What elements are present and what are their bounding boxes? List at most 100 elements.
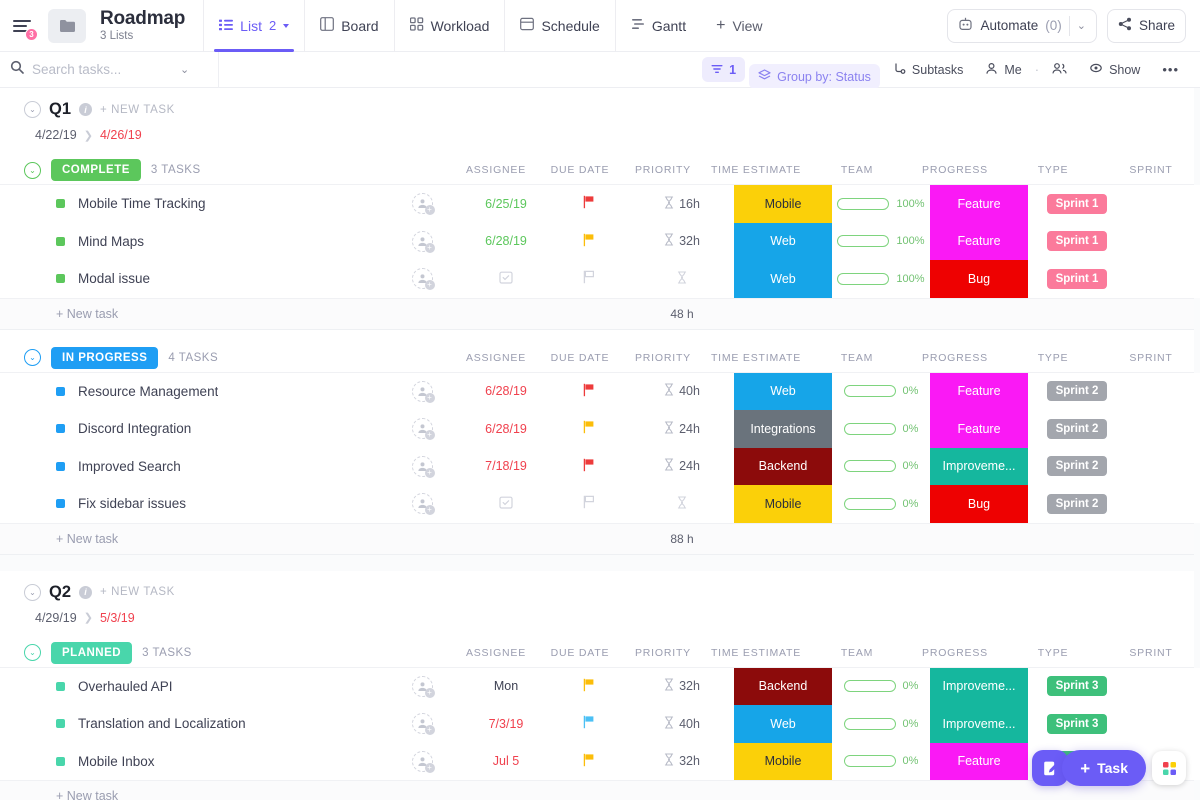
time-estimate-cell[interactable]: 24h bbox=[630, 448, 734, 486]
group-collapse-toggle[interactable]: ⌄ bbox=[24, 162, 41, 179]
assignee-cell[interactable]: + bbox=[380, 260, 464, 298]
task-name-cell[interactable]: Mobile Inbox bbox=[0, 743, 380, 781]
avatar[interactable]: + bbox=[412, 456, 433, 477]
more-options-button[interactable]: ••• bbox=[1153, 57, 1188, 82]
add-assignee-icon[interactable]: + bbox=[425, 393, 435, 403]
progress-cell[interactable]: 0% bbox=[832, 448, 930, 486]
avatar[interactable]: + bbox=[412, 268, 433, 289]
priority-cell[interactable] bbox=[548, 410, 630, 448]
table-row[interactable]: Mind Maps+6/28/1932hWeb100%FeatureSprint… bbox=[0, 223, 1200, 261]
due-date-icon[interactable] bbox=[499, 495, 513, 512]
time-estimate-cell[interactable]: 32h bbox=[630, 223, 734, 261]
time-estimate-value[interactable]: 32h bbox=[679, 754, 700, 768]
time-estimate-cell[interactable]: 40h bbox=[630, 705, 734, 743]
sprint-badge[interactable]: Sprint 1 bbox=[1047, 231, 1108, 251]
avatar[interactable]: + bbox=[412, 493, 433, 514]
add-assignee-icon[interactable]: + bbox=[425, 243, 435, 253]
column-header-type[interactable]: TYPE bbox=[1004, 352, 1102, 364]
task-name-cell[interactable]: Mobile Time Tracking bbox=[0, 185, 380, 223]
assignee-cell[interactable]: + bbox=[380, 448, 464, 486]
tab-add-view[interactable]: + View bbox=[701, 0, 777, 52]
task-name-cell[interactable]: Resource Management bbox=[0, 373, 380, 411]
due-date-cell[interactable] bbox=[464, 260, 548, 298]
due-date-value[interactable]: 7/18/19 bbox=[485, 459, 527, 473]
column-header-assignee[interactable]: ASSIGNEE bbox=[454, 164, 538, 176]
assignee-cell[interactable]: + bbox=[380, 185, 464, 223]
progress-cell[interactable]: 0% bbox=[832, 705, 930, 743]
time-estimate-cell[interactable]: 32h bbox=[630, 668, 734, 706]
sprint-cell[interactable]: Sprint 2 bbox=[1028, 485, 1126, 523]
column-header-progress[interactable]: PROGRESS bbox=[906, 352, 1004, 364]
due-date-cell[interactable]: Jul 5 bbox=[464, 743, 548, 781]
priority-cell[interactable] bbox=[548, 373, 630, 411]
table-row[interactable]: Translation and Localization+7/3/1940hWe… bbox=[0, 705, 1200, 743]
assignee-cell[interactable]: + bbox=[380, 485, 464, 523]
priority-flag-icon[interactable] bbox=[583, 753, 595, 770]
team-cell[interactable]: Mobile bbox=[734, 743, 832, 781]
table-row[interactable]: Fix sidebar issues+Mobile0%BugSprint 2 bbox=[0, 485, 1200, 523]
due-date-icon[interactable] bbox=[499, 270, 513, 287]
due-date-value[interactable]: Mon bbox=[494, 679, 518, 693]
task-name[interactable]: Overhauled API bbox=[78, 679, 173, 694]
group-by-button[interactable]: Group by: Status bbox=[749, 64, 880, 89]
progress-cell[interactable]: 100% bbox=[832, 260, 930, 298]
assignee-cell[interactable]: + bbox=[380, 410, 464, 448]
task-name[interactable]: Modal issue bbox=[78, 271, 150, 286]
time-estimate-value[interactable]: 24h bbox=[679, 459, 700, 473]
priority-flag-icon[interactable] bbox=[583, 678, 595, 695]
due-date-cell[interactable]: 6/25/19 bbox=[464, 185, 548, 223]
assignee-cell[interactable]: + bbox=[380, 668, 464, 706]
column-header-due-date[interactable]: DUE DATE bbox=[538, 352, 622, 364]
task-name-cell[interactable]: Modal issue bbox=[0, 260, 380, 298]
subtasks-button[interactable]: Subtasks bbox=[884, 57, 972, 82]
due-date-cell[interactable]: 6/28/19 bbox=[464, 373, 548, 411]
type-cell[interactable]: Improveme... bbox=[930, 705, 1028, 743]
new-task-link[interactable]: + NEW TASK bbox=[100, 586, 175, 598]
team-cell[interactable]: Web bbox=[734, 223, 832, 261]
menu-toggle-button[interactable]: 3 bbox=[0, 20, 44, 32]
assignee-cell[interactable]: + bbox=[380, 223, 464, 261]
sprint-cell[interactable]: Sprint 3 bbox=[1028, 668, 1126, 706]
column-header-due-date[interactable]: DUE DATE bbox=[538, 647, 622, 659]
priority-cell[interactable] bbox=[548, 260, 630, 298]
column-header-time-estimate[interactable]: TIME ESTIMATE bbox=[704, 352, 808, 364]
column-header-team[interactable]: TEAM bbox=[808, 352, 906, 364]
priority-flag-icon[interactable] bbox=[583, 715, 595, 732]
task-name-cell[interactable]: Translation and Localization bbox=[0, 705, 380, 743]
time-estimate-cell[interactable]: 32h bbox=[630, 743, 734, 781]
sprint-badge[interactable]: Sprint 2 bbox=[1047, 419, 1108, 439]
team-cell[interactable]: Web bbox=[734, 373, 832, 411]
team-cell[interactable]: Mobile bbox=[734, 185, 832, 223]
folder-icon[interactable] bbox=[48, 9, 86, 43]
progress-cell[interactable]: 0% bbox=[832, 373, 930, 411]
sprint-badge[interactable]: Sprint 1 bbox=[1047, 269, 1108, 289]
due-date-value[interactable]: 6/25/19 bbox=[485, 197, 527, 211]
tab-gantt[interactable]: Gantt bbox=[615, 0, 701, 52]
column-header-priority[interactable]: PRIORITY bbox=[622, 164, 704, 176]
type-cell[interactable]: Improveme... bbox=[930, 668, 1028, 706]
priority-flag-icon[interactable] bbox=[583, 495, 595, 512]
priority-flag-icon[interactable] bbox=[583, 420, 595, 437]
time-estimate-value[interactable]: 40h bbox=[679, 384, 700, 398]
column-header-due-date[interactable]: DUE DATE bbox=[538, 164, 622, 176]
status-badge[interactable]: IN PROGRESS bbox=[51, 347, 158, 369]
automate-button[interactable]: Automate (0) ⌄ bbox=[947, 9, 1097, 43]
team-cell[interactable]: Web bbox=[734, 260, 832, 298]
column-header-type[interactable]: TYPE bbox=[1004, 647, 1102, 659]
time-estimate-value[interactable]: 32h bbox=[679, 234, 700, 248]
column-header-sprint[interactable]: SPRINT bbox=[1102, 164, 1200, 176]
progress-cell[interactable]: 100% bbox=[832, 223, 930, 261]
chevron-down-icon[interactable]: ⌄ bbox=[1077, 19, 1086, 32]
avatar[interactable]: + bbox=[412, 381, 433, 402]
priority-flag-icon[interactable] bbox=[583, 383, 595, 400]
priority-flag-icon[interactable] bbox=[583, 458, 595, 475]
add-assignee-icon[interactable]: + bbox=[425, 430, 435, 440]
priority-cell[interactable] bbox=[548, 743, 630, 781]
type-cell[interactable]: Bug bbox=[930, 260, 1028, 298]
task-name-cell[interactable]: Overhauled API bbox=[0, 668, 380, 706]
table-row[interactable]: Mobile Inbox+Jul 532hMobile0%FeatureSpri… bbox=[0, 743, 1200, 781]
time-estimate-cell[interactable] bbox=[630, 260, 734, 298]
assignee-cell[interactable]: + bbox=[380, 373, 464, 411]
sprint-cell[interactable]: Sprint 3 bbox=[1028, 705, 1126, 743]
add-assignee-icon[interactable]: + bbox=[425, 205, 435, 215]
